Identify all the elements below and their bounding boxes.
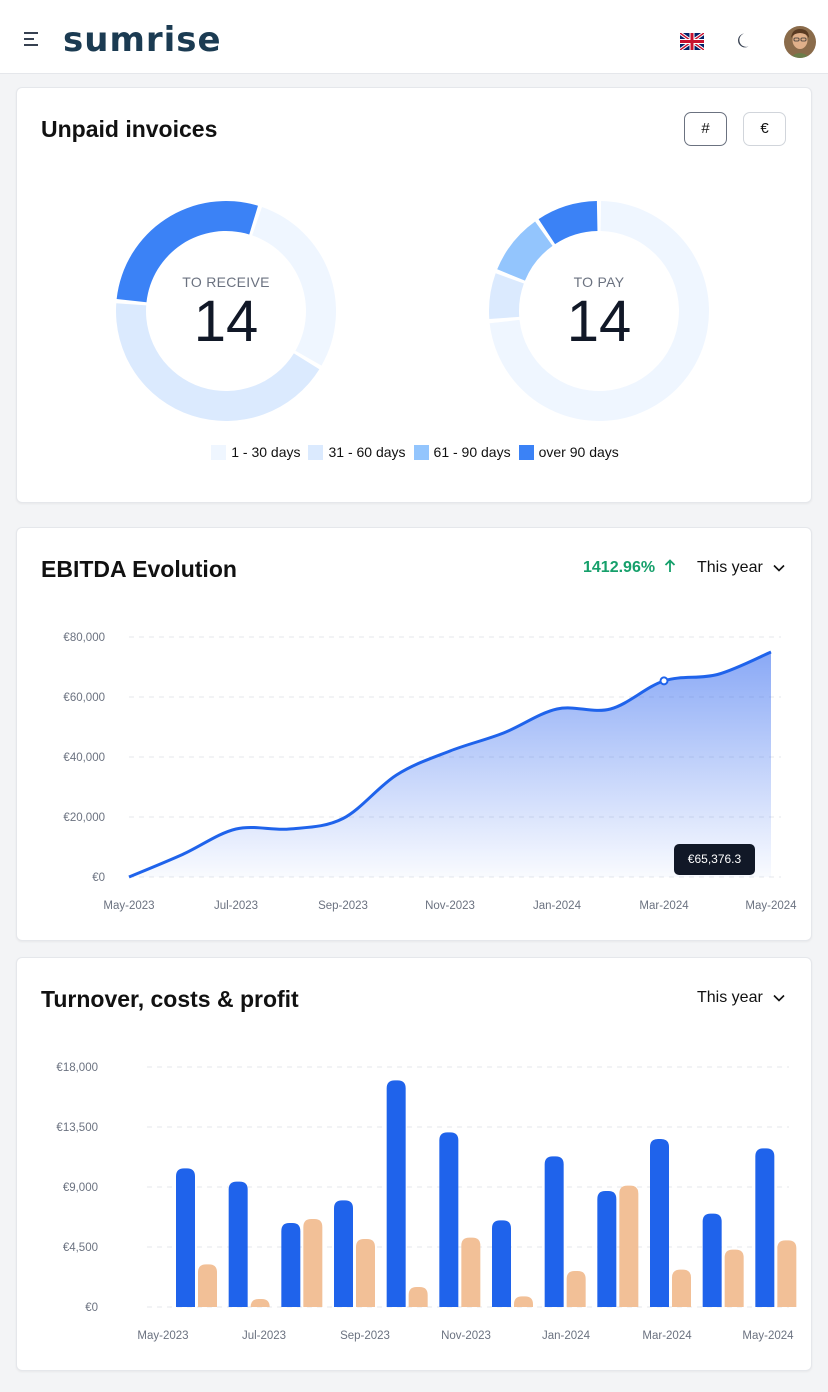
area-fill xyxy=(129,652,771,877)
x-tick-label: Mar-2024 xyxy=(639,900,689,912)
turnover-bar[interactable] xyxy=(176,1168,195,1307)
logo[interactable]: sumrise xyxy=(63,18,222,62)
costs-bar[interactable] xyxy=(619,1185,639,1307)
to-receive-value: 14 xyxy=(193,289,259,354)
turnover-chart: €0 €4,500 €9,000 €13,500 €18,000 May-2023 Jul-… xyxy=(56,1062,797,1342)
legend-label: 31 - 60 days xyxy=(328,444,406,460)
x-tick-label: May-2023 xyxy=(137,1330,188,1342)
turnover-bar[interactable] xyxy=(544,1156,564,1307)
x-tick-label: Jan-2024 xyxy=(533,900,582,912)
legend-swatch xyxy=(211,444,227,460)
legend-item[interactable]: 31 - 60 days xyxy=(308,444,406,460)
y-tick-label: €13,500 xyxy=(56,1122,98,1134)
costs-bar[interactable] xyxy=(672,1269,691,1307)
legend-label: over 90 days xyxy=(538,444,619,460)
x-tick-label: Sep-2023 xyxy=(318,900,368,912)
moon-icon[interactable] xyxy=(734,31,754,51)
x-tick-label: Nov-2023 xyxy=(441,1330,491,1342)
to-receive-label: TO RECEIVE xyxy=(182,274,270,290)
costs-bar[interactable] xyxy=(566,1271,586,1307)
to-pay-value: 14 xyxy=(566,289,632,354)
turnover-card: Turnover, costs & profit This year €0 €4,… xyxy=(16,957,812,1371)
y-tick-label: €18,000 xyxy=(56,1062,98,1074)
x-tick-label: Sep-2023 xyxy=(340,1330,390,1342)
costs-bar[interactable] xyxy=(777,1240,797,1307)
x-tick-label: May-2023 xyxy=(103,900,154,912)
turnover-bar[interactable] xyxy=(281,1223,301,1307)
highlight-point[interactable] xyxy=(659,676,669,686)
turnover-bar[interactable] xyxy=(755,1148,775,1307)
avatar[interactable] xyxy=(784,26,816,58)
legend-item[interactable]: over 90 days xyxy=(518,444,619,460)
top-bar: sumrise xyxy=(0,0,828,74)
turnover-bar[interactable] xyxy=(702,1213,722,1307)
y-tick-label: €0 xyxy=(85,1302,98,1314)
to-receive-donut: TO RECEIVE 14 xyxy=(115,200,337,422)
legend-swatch xyxy=(518,444,534,460)
amount-toggle-button[interactable]: € xyxy=(743,112,786,146)
costs-bar[interactable] xyxy=(356,1239,375,1307)
costs-bar[interactable] xyxy=(250,1299,270,1307)
donut-slice-61-90days[interactable] xyxy=(497,221,553,281)
card-title: Unpaid invoices xyxy=(41,116,218,142)
legend-swatch xyxy=(308,444,324,460)
donut-slice-over90days[interactable] xyxy=(538,201,598,245)
invoice-legend: 1 - 30 days 31 - 60 days 61 - 90 days ov… xyxy=(17,444,813,460)
costs-bar[interactable] xyxy=(461,1237,481,1307)
menu-icon[interactable] xyxy=(22,30,44,52)
y-tick-label: €60,000 xyxy=(63,692,105,704)
to-pay-label: TO PAY xyxy=(573,274,625,290)
legend-item[interactable]: 1 - 30 days xyxy=(211,444,300,460)
ebitda-chart: €0 €20,000 €40,000 €60,000 €80,000 May-2023 Ju… xyxy=(63,632,797,912)
x-tick-label: Nov-2023 xyxy=(425,900,475,912)
turnover-bar[interactable] xyxy=(650,1139,669,1307)
turnover-bar[interactable] xyxy=(334,1200,353,1307)
x-tick-label: May-2024 xyxy=(742,1330,794,1342)
x-tick-label: Jan-2024 xyxy=(542,1330,591,1342)
chart-tooltip: €65,376.3 xyxy=(674,844,755,875)
legend-label: 1 - 30 days xyxy=(231,444,301,460)
x-tick-label: Jul-2023 xyxy=(214,900,258,912)
x-tick-label: Jul-2023 xyxy=(242,1330,286,1342)
y-tick-label: €9,000 xyxy=(63,1182,98,1194)
turnover-bar[interactable] xyxy=(492,1220,511,1307)
to-pay-donut: TO PAY 14 xyxy=(488,200,710,422)
y-tick-label: €4,500 xyxy=(63,1242,98,1254)
costs-bar[interactable] xyxy=(724,1249,744,1307)
y-tick-label: €0 xyxy=(92,872,105,884)
y-tick-label: €20,000 xyxy=(63,812,105,824)
legend-swatch xyxy=(413,444,429,460)
legend-label: 61 - 90 days xyxy=(433,444,511,460)
turnover-bar[interactable] xyxy=(386,1080,406,1307)
unpaid-invoices-card: Unpaid invoices # € TO RECEIVE 14 TO PAY… xyxy=(16,87,812,503)
x-tick-label: Mar-2024 xyxy=(642,1330,692,1342)
turnover-bar[interactable] xyxy=(597,1191,617,1307)
ebitda-card: EBITDA Evolution 1412.96% This year €0 €2… xyxy=(16,527,812,941)
legend-item[interactable]: 61 - 90 days xyxy=(413,444,511,460)
costs-bar[interactable] xyxy=(408,1287,428,1307)
costs-bar[interactable] xyxy=(198,1264,217,1307)
turnover-bar[interactable] xyxy=(439,1132,459,1307)
count-toggle-button[interactable]: # xyxy=(684,112,727,146)
uk-flag-icon[interactable] xyxy=(680,33,704,50)
x-tick-label: May-2024 xyxy=(745,900,797,912)
costs-bar[interactable] xyxy=(303,1219,323,1307)
costs-bar[interactable] xyxy=(514,1296,533,1307)
y-tick-label: €40,000 xyxy=(63,752,105,764)
y-tick-label: €80,000 xyxy=(63,632,105,644)
turnover-bar[interactable] xyxy=(228,1181,248,1307)
